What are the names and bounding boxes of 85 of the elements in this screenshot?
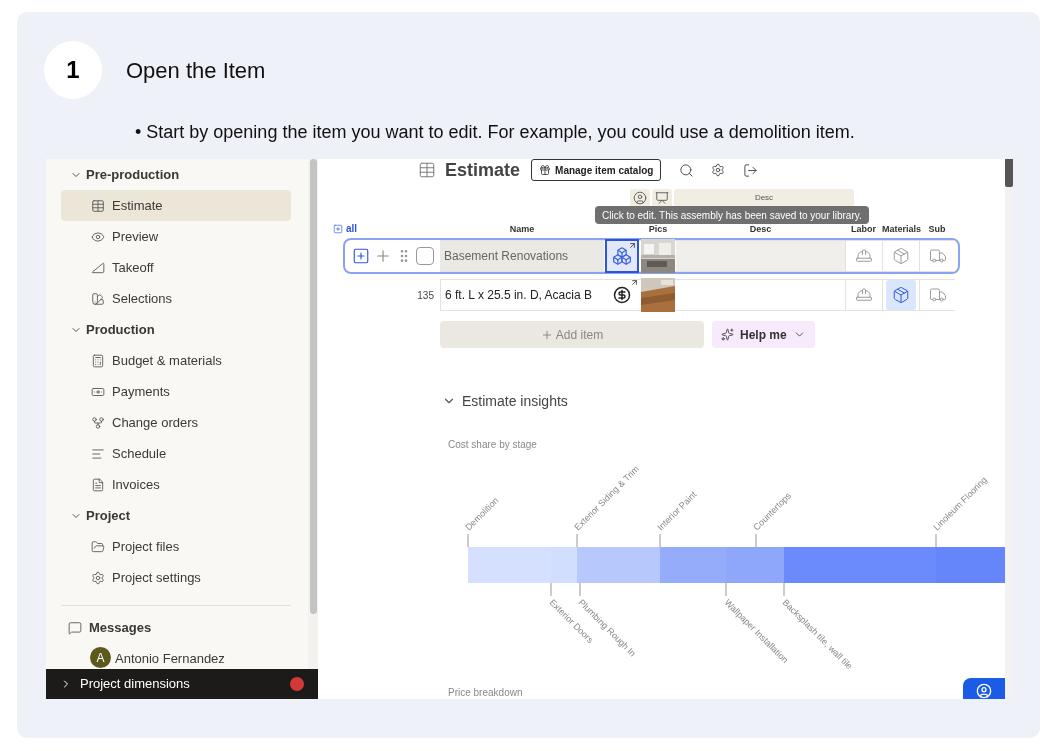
section-header[interactable]: Project: [86, 505, 131, 526]
section-header[interactable]: Pre-production: [86, 164, 180, 185]
column-header: Materials: [882, 222, 919, 236]
scrollbar-thumb[interactable]: [1005, 159, 1013, 187]
boxes-icon: [612, 246, 632, 267]
sidebar-item[interactable]: Budget & materials: [61, 345, 291, 376]
sidebar-item[interactable]: Schedule: [61, 438, 291, 469]
tick-mark: [725, 582, 727, 597]
sidebar-item[interactable]: Selections: [61, 283, 291, 314]
folder-icon: [91, 539, 105, 554]
tick-mark: [783, 582, 785, 597]
table-icon: [418, 161, 436, 179]
sidebar-item[interactable]: Estimate: [61, 190, 291, 221]
expand-all-link[interactable]: all: [333, 221, 440, 237]
contact-name: Antonio Fernandez: [115, 649, 225, 668]
manage-catalog-button[interactable]: Manage item catalog: [531, 159, 662, 181]
package-icon: [892, 247, 910, 266]
messages-header[interactable]: Messages: [89, 618, 152, 638]
description-cell[interactable]: [676, 279, 845, 312]
column-header: Pics: [647, 222, 669, 236]
step-number: 1: [44, 41, 102, 99]
calculator-icon: [91, 353, 105, 368]
help-me-button[interactable]: Help me: [712, 321, 815, 349]
contact-item[interactable]: A Antonio Fernandez: [61, 644, 291, 668]
tick-mark: [755, 533, 757, 548]
step-title: Open the Item: [126, 56, 266, 85]
table-icon: [91, 198, 105, 213]
sidebar-item[interactable]: Payments: [61, 376, 291, 407]
expand-icon[interactable]: [352, 247, 370, 266]
column-header: Desc: [748, 222, 773, 236]
truck-icon[interactable]: [928, 247, 947, 266]
chart-title: Cost share by stage: [448, 437, 537, 452]
row-number: 135: [417, 288, 434, 303]
sidebar-item[interactable]: Takeoff: [61, 252, 291, 283]
page-title: Estimate: [445, 159, 521, 182]
expand-all-icon: [333, 223, 343, 234]
section-header[interactable]: Production: [86, 319, 155, 340]
sidebar-item[interactable]: Preview: [61, 221, 291, 252]
instruction-text: • Start by opening the item you want to edit. For example, you could use a demolition item.: [135, 121, 855, 144]
truck-icon[interactable]: [928, 286, 947, 305]
tick-mark: [576, 533, 578, 548]
tick-mark: [467, 533, 469, 548]
section-title: Estimate insights: [462, 391, 568, 411]
search-icon[interactable]: [679, 162, 695, 178]
table-row[interactable]: Basement Renovations: [343, 238, 960, 275]
tick-mark: [550, 582, 552, 597]
tooltip: Click to edit. This assembly has been saved to your library.: [595, 206, 869, 224]
sidebar-item[interactable]: Invoices: [61, 469, 291, 500]
assembly-button[interactable]: [605, 239, 639, 274]
branch-icon: [91, 415, 105, 430]
column-header: Labor: [850, 222, 877, 236]
export-icon[interactable]: [743, 162, 759, 178]
eye-icon: [91, 229, 105, 244]
document-icon: [91, 477, 105, 492]
lines-icon: [91, 446, 105, 461]
sidebar-item[interactable]: Project settings: [61, 562, 291, 593]
description-cell[interactable]: [676, 240, 845, 273]
arrow-up-right-icon: [628, 241, 637, 251]
ruler-triangle-icon: [91, 260, 105, 275]
column-header: Sub: [927, 222, 947, 236]
table-row[interactable]: 135 6 ft. L x 25.5 in. D, Acacia B: [343, 277, 960, 314]
settings-icon: [91, 570, 105, 585]
column-group-header: Desc: [674, 189, 854, 207]
support-icon: [976, 683, 992, 699]
scrollbar-thumb[interactable]: [309, 159, 317, 614]
checkbox[interactable]: [416, 247, 434, 266]
package-icon: [892, 286, 910, 305]
tick-mark: [659, 533, 661, 548]
swatch-icon: [91, 291, 105, 306]
materials-toggle[interactable]: [886, 280, 916, 311]
help-bubble[interactable]: [963, 678, 1005, 699]
section-subtitle: Price breakdown: [448, 686, 523, 699]
sparkles-icon: [721, 328, 734, 342]
messages-icon: [68, 621, 82, 635]
column-header: Name: [508, 222, 536, 236]
settings-icon[interactable]: [711, 163, 726, 177]
tick-mark: [935, 533, 937, 548]
sidebar-item[interactable]: Change orders: [61, 407, 291, 438]
arrow-up-right-icon: [630, 278, 639, 288]
project-dimensions-bar[interactable]: Project dimensions: [46, 669, 318, 699]
plus-icon: [540, 328, 553, 341]
tick-mark: [579, 582, 581, 597]
sidebar-item[interactable]: Project files: [61, 531, 291, 562]
bar-label: Project dimensions: [80, 675, 191, 694]
avatar: A: [90, 647, 111, 668]
